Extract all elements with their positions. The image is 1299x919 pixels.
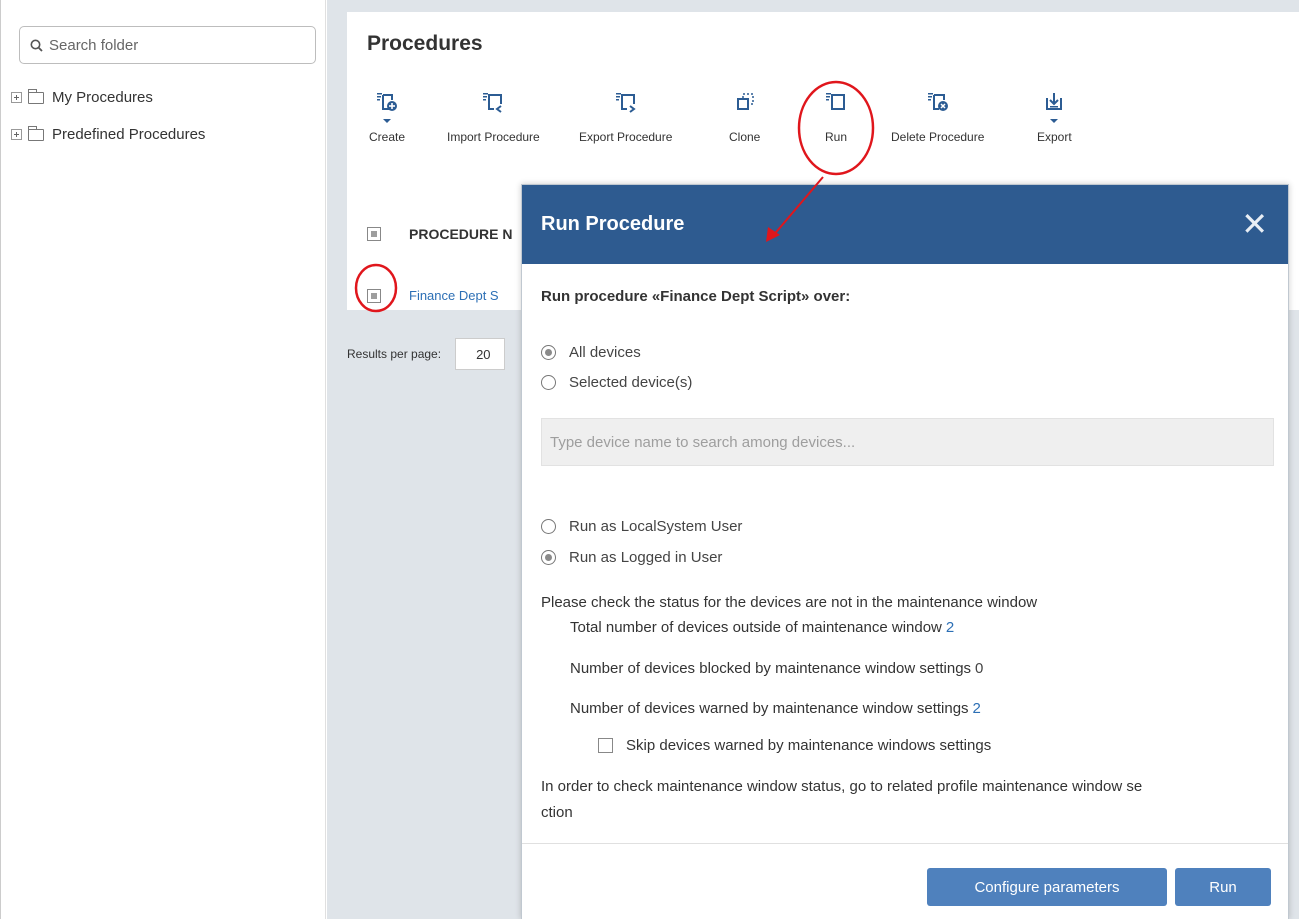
skip-warned-option[interactable]: Skip devices warned by maintenance windo… [598, 737, 991, 754]
procedure-name-link[interactable]: Finance Dept S [409, 288, 499, 303]
dialog-title: Run Procedure [541, 213, 685, 235]
dialog-footer: Configure parameters Run [522, 843, 1288, 919]
create-procedure-icon [377, 93, 398, 123]
stat-label: Number of devices warned by maintenance … [570, 700, 969, 717]
create-button[interactable]: Create [369, 90, 405, 144]
table-header: PROCEDURE N [367, 226, 512, 242]
export-button[interactable]: Export [1037, 90, 1072, 144]
stat-value: 0 [975, 660, 984, 677]
radio-button[interactable] [541, 375, 556, 390]
maintenance-intro: Please check the status for the devices … [541, 594, 1038, 611]
run-button[interactable]: Run [824, 90, 848, 144]
row-checkbox[interactable] [367, 288, 381, 303]
stat-label: Number of devices blocked by maintenance… [570, 660, 972, 677]
expand-icon[interactable] [11, 129, 22, 140]
page-title: Procedures [367, 32, 483, 55]
delete-procedure-button[interactable]: Delete Procedure [891, 90, 984, 144]
tree-item-my-procedures[interactable]: My Procedures [11, 88, 153, 106]
export-procedure-icon [615, 93, 636, 113]
results-per-page: Results per page: 20 [347, 338, 506, 370]
maintenance-note-line1: In order to check maintenance window sta… [541, 778, 1143, 795]
export-procedure-button[interactable]: Export Procedure [579, 90, 672, 144]
radio-run-as-localsystem[interactable]: Run as LocalSystem User [541, 518, 742, 535]
stat-warned: Number of devices warned by maintenance … [570, 700, 981, 717]
folder-sidebar: My Procedures Predefined Procedures [0, 0, 326, 919]
search-icon [30, 39, 43, 52]
device-search-field[interactable] [541, 418, 1274, 466]
clone-icon [736, 93, 754, 110]
run-icon [826, 93, 845, 110]
maintenance-note-line2: ction [541, 804, 573, 821]
tree-item-label: My Procedures [52, 89, 153, 106]
export-icon [1046, 93, 1063, 123]
stat-blocked: Number of devices blocked by maintenance… [570, 660, 983, 677]
search-folder-input[interactable] [49, 36, 309, 54]
run-confirm-button[interactable]: Run [1175, 868, 1271, 906]
tree-item-predefined-procedures[interactable]: Predefined Procedures [11, 125, 206, 143]
configure-parameters-button[interactable]: Configure parameters [927, 868, 1167, 906]
toolbar-label: Import Procedure [447, 130, 540, 144]
toolbar-label: Clone [729, 130, 761, 144]
radio-label: Run as Logged in User [569, 549, 723, 566]
toolbar-label: Export Procedure [579, 130, 673, 144]
dialog-header: Run Procedure ✕ [522, 185, 1288, 264]
stat-outside-window: Total number of devices outside of maint… [570, 619, 954, 636]
import-procedure-icon [483, 93, 503, 113]
select-all-checkbox[interactable] [367, 227, 381, 241]
folder-icon [28, 88, 44, 104]
radio-button[interactable] [541, 550, 556, 565]
stat-value[interactable]: 2 [946, 619, 954, 636]
tree-item-label: Predefined Procedures [52, 126, 206, 143]
radio-button[interactable] [541, 345, 556, 360]
stat-label: Total number of devices outside of maint… [570, 619, 942, 636]
radio-all-devices[interactable]: All devices [541, 344, 641, 361]
radio-label: All devices [569, 344, 641, 361]
radio-label: Run as LocalSystem User [569, 518, 743, 535]
radio-button[interactable] [541, 519, 556, 534]
results-per-page-label: Results per page: [347, 347, 442, 361]
import-procedure-button[interactable]: Import Procedure [447, 90, 540, 144]
radio-selected-devices[interactable]: Selected device(s) [541, 374, 692, 391]
toolbar-label: Export [1037, 130, 1072, 144]
search-folder-box[interactable] [19, 26, 316, 64]
expand-icon[interactable] [11, 92, 22, 103]
close-icon[interactable]: ✕ [1241, 208, 1268, 240]
clone-button[interactable]: Clone [729, 90, 760, 144]
skip-warned-checkbox[interactable] [598, 738, 613, 753]
results-per-page-select[interactable]: 20 [455, 338, 506, 370]
toolbar-label: Run [824, 130, 847, 144]
toolbar-label: Create [369, 130, 406, 144]
radio-label: Selected device(s) [569, 374, 693, 391]
column-procedure-name[interactable]: PROCEDURE N [409, 226, 512, 242]
delete-procedure-icon [927, 93, 948, 111]
table-row: Finance Dept S [367, 288, 499, 303]
stat-value[interactable]: 2 [973, 700, 981, 717]
run-over-heading: Run procedure «Finance Dept Script» over… [541, 288, 851, 305]
device-search-input[interactable] [550, 433, 1250, 451]
radio-run-as-logged-in[interactable]: Run as Logged in User [541, 549, 722, 566]
toolbar-label: Delete Procedure [891, 130, 985, 144]
folder-icon [28, 125, 44, 141]
run-procedure-dialog: Run Procedure ✕ Run procedure «Finance D… [521, 184, 1289, 919]
skip-warned-label: Skip devices warned by maintenance windo… [626, 737, 992, 754]
